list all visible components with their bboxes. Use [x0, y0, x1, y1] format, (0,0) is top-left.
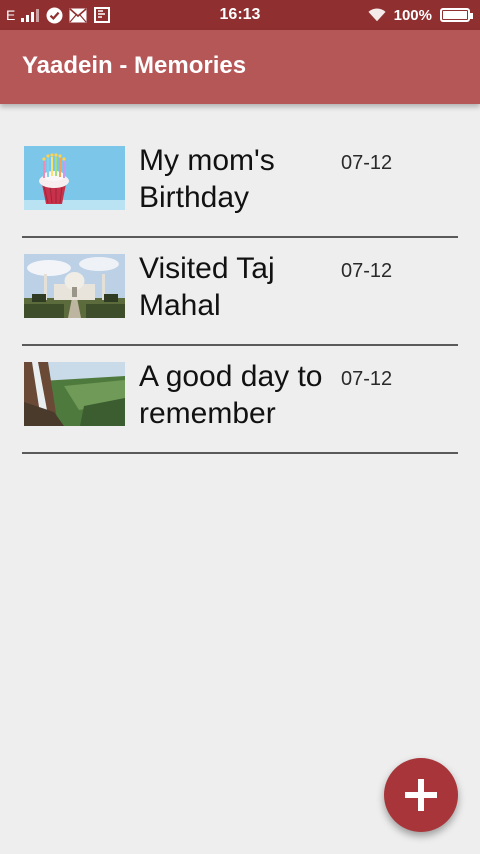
app-bar: Yaadein - Memories	[0, 30, 480, 104]
memory-date: 07-12	[341, 260, 393, 282]
memory-title: Visited Taj Mahal	[139, 252, 275, 322]
memory-title: A good day to remember	[139, 360, 323, 430]
battery-icon	[440, 8, 473, 22]
memory-date: 07-12	[341, 368, 393, 390]
memory-list: My mom's Birthday 07-12 Visited Taj Maha…	[22, 130, 458, 454]
wifi-icon	[368, 6, 386, 24]
memory-list-item[interactable]: Visited Taj Mahal 07-12	[22, 238, 458, 346]
battery-percent: 100%	[393, 6, 432, 24]
memory-date: 07-12	[341, 152, 393, 174]
memory-title: My mom's Birthday	[139, 144, 275, 214]
status-bar: E 16:13 100%	[0, 0, 480, 30]
waterfall-valley-thumbnail	[24, 362, 125, 426]
birthday-cupcake-thumbnail	[24, 146, 125, 210]
memory-list-item[interactable]: A good day to remember 07-12	[22, 346, 458, 454]
page-title: Yaadein - Memories	[22, 52, 247, 79]
add-memory-button[interactable]	[384, 758, 458, 832]
plus-icon	[405, 779, 437, 811]
status-right: 100%	[368, 5, 473, 25]
memory-list-item[interactable]: My mom's Birthday 07-12	[22, 130, 458, 238]
taj-mahal-thumbnail	[24, 254, 125, 318]
